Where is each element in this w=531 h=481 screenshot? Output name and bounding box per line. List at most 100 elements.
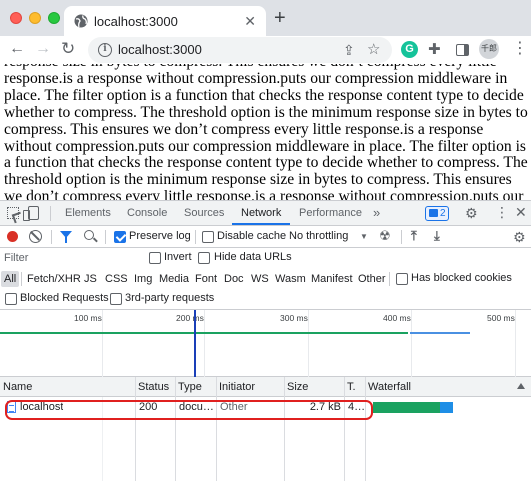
column-initiator[interactable]: Initiator — [216, 377, 284, 397]
tab-close-icon[interactable]: ✕ — [244, 13, 256, 29]
maximize-window-button[interactable] — [48, 12, 60, 24]
preserve-log-checkbox[interactable] — [114, 231, 126, 243]
browser-tab[interactable]: localhost:3000 ✕ — [64, 6, 266, 36]
back-button[interactable]: ← — [9, 39, 25, 59]
grid-line — [204, 310, 205, 377]
minimize-window-button[interactable] — [29, 12, 41, 24]
network-conditions-icon[interactable]: ☢ — [379, 228, 391, 244]
type-all[interactable]: All — [1, 271, 20, 287]
site-info-icon[interactable]: i — [98, 43, 112, 57]
filter-input[interactable] — [4, 250, 139, 266]
type-css[interactable]: CSS — [102, 271, 131, 287]
tab-elements[interactable]: Elements — [65, 207, 111, 219]
type-media[interactable]: Media — [156, 271, 192, 287]
column-divider[interactable] — [284, 377, 285, 481]
third-party-checkbox[interactable] — [110, 293, 122, 305]
chevron-down-icon[interactable]: ▼ — [360, 232, 368, 241]
timeline-tick: 100 ms — [74, 313, 102, 323]
network-toolbar: Preserve log Disable cache No throttling… — [0, 226, 531, 248]
tab-console[interactable]: Console — [127, 207, 167, 219]
blocked-requests-row: Blocked Requests 3rd-party requests — [0, 289, 531, 310]
column-divider[interactable] — [216, 377, 217, 481]
settings-gear-icon[interactable]: ⚙ — [465, 205, 478, 221]
close-window-button[interactable] — [10, 12, 22, 24]
forward-button[interactable]: → — [35, 39, 51, 59]
reload-button[interactable]: ↻ — [61, 39, 75, 59]
column-divider[interactable] — [344, 377, 345, 481]
column-time[interactable]: T. — [344, 377, 365, 397]
toolbar-divider — [105, 230, 106, 244]
message-icon — [429, 209, 438, 217]
filter-funnel-icon[interactable] — [60, 231, 72, 243]
resource-type-filter: All Fetch/XHR JS CSS Img Media Font Doc … — [0, 269, 531, 289]
profile-avatar[interactable]: 千郎 — [479, 39, 499, 59]
search-icon[interactable] — [84, 230, 94, 240]
column-type[interactable]: Type — [175, 377, 216, 397]
hide-data-urls-checkbox[interactable] — [198, 252, 210, 264]
disable-cache-checkbox[interactable] — [202, 231, 214, 243]
tab-network[interactable]: Network — [241, 207, 281, 219]
browser-menu-icon[interactable]: ⋮ — [512, 39, 528, 59]
url-text[interactable]: localhost:3000 — [118, 42, 202, 57]
address-bar[interactable]: i localhost:3000 ⇪ ☆ — [88, 37, 392, 63]
toolbar-divider — [51, 230, 52, 244]
devtools-menu-icon[interactable]: ⋮ — [495, 204, 509, 221]
page-viewport: response size in bytes to compress. This… — [0, 64, 531, 200]
type-font[interactable]: Font — [192, 271, 220, 287]
toolbar-divider — [195, 230, 196, 244]
issues-count: 2 — [440, 208, 446, 219]
has-blocked-cookies-checkbox[interactable] — [396, 273, 408, 285]
waterfall-download-bar[interactable] — [440, 402, 453, 413]
blocked-requests-checkbox[interactable] — [5, 293, 17, 305]
filter-row: Invert Hide data URLs — [0, 248, 531, 269]
timeline-tick: 300 ms — [280, 313, 308, 323]
issues-badge[interactable]: 2 — [425, 206, 449, 221]
column-waterfall[interactable]: Waterfall — [365, 377, 515, 397]
tab-performance[interactable]: Performance — [299, 207, 362, 219]
third-party-label: 3rd-party requests — [125, 292, 215, 304]
network-settings-gear-icon[interactable]: ⚙ — [513, 229, 526, 245]
more-tabs-button[interactable]: » — [373, 205, 380, 220]
type-fetch-xhr[interactable]: Fetch/XHR — [24, 271, 84, 287]
bookmark-star-icon[interactable]: ☆ — [367, 41, 380, 59]
tab-title: localhost:3000 — [94, 14, 178, 29]
throttling-select[interactable]: No throttling — [289, 230, 348, 242]
timeline-tick: 200 ms — [176, 313, 204, 323]
column-divider[interactable] — [365, 377, 366, 481]
new-tab-button[interactable]: + — [274, 8, 286, 28]
network-overview-timeline[interactable]: 100 ms 200 ms 300 ms 400 ms 500 ms — [0, 310, 531, 377]
device-toolbar-icon[interactable] — [23, 206, 39, 221]
type-doc[interactable]: Doc — [221, 271, 247, 287]
tab-bar-divider — [50, 206, 51, 221]
globe-icon — [74, 14, 88, 28]
sort-ascending-icon[interactable] — [517, 383, 525, 389]
type-ws[interactable]: WS — [248, 271, 272, 287]
tab-sources[interactable]: Sources — [184, 207, 224, 219]
invert-checkbox[interactable] — [149, 252, 161, 264]
share-icon[interactable]: ⇪ — [343, 41, 355, 59]
grid-line — [308, 310, 309, 377]
clear-log-icon[interactable] — [29, 230, 42, 243]
preserve-log-label: Preserve log — [129, 230, 191, 242]
requests-table-header: Name Status Type Initiator Size T. Water… — [0, 377, 531, 397]
waterfall-waiting-bar[interactable] — [373, 402, 440, 413]
type-other[interactable]: Other — [355, 271, 389, 287]
active-tab-indicator — [232, 223, 290, 225]
extensions-puzzle-icon[interactable]: ✚ — [428, 40, 441, 58]
type-wasm[interactable]: Wasm — [272, 271, 309, 287]
side-panel-icon[interactable] — [456, 44, 469, 56]
grammarly-extension-icon[interactable]: G — [401, 41, 418, 58]
type-js[interactable]: JS — [81, 271, 100, 287]
record-button[interactable] — [7, 231, 18, 242]
column-name[interactable]: Name — [0, 377, 135, 397]
inspect-element-icon[interactable] — [7, 207, 19, 219]
export-har-icon[interactable]: ⤓ — [434, 228, 440, 244]
type-img[interactable]: Img — [131, 271, 155, 287]
column-status[interactable]: Status — [135, 377, 175, 397]
column-divider[interactable] — [175, 377, 176, 481]
column-size[interactable]: Size — [284, 377, 344, 397]
import-har-icon[interactable]: ⤒ — [411, 228, 417, 244]
column-divider[interactable] — [135, 377, 136, 481]
close-devtools-icon[interactable]: ✕ — [515, 204, 527, 221]
type-manifest[interactable]: Manifest — [308, 271, 356, 287]
